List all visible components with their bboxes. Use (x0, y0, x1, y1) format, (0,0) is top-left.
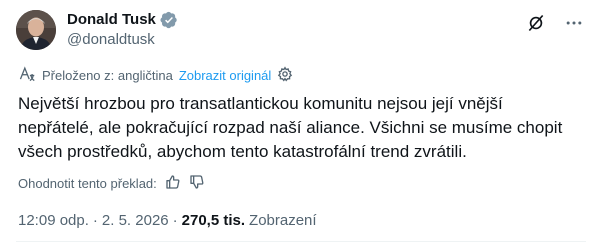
tweet-date[interactable]: 2. 5. 2026 (102, 211, 169, 231)
views-count: 270,5 tis. (181, 212, 246, 229)
author-handle[interactable]: @donaldtusk (67, 30, 155, 50)
top-actions (524, 12, 586, 34)
grok-icon[interactable] (524, 12, 548, 34)
verified-badge-icon[interactable] (160, 11, 178, 29)
gear-icon[interactable] (277, 66, 293, 86)
meta-separator: · (92, 212, 98, 229)
meta-separator: · (172, 212, 178, 229)
tweet-text: Největší hrozbou pro transatlantickou ko… (18, 94, 563, 161)
rate-translation: Ohodnotit tento překlad: (18, 174, 205, 194)
thumbs-up-icon[interactable] (165, 174, 181, 194)
views-label: Zobrazení (249, 212, 317, 229)
show-original-link[interactable]: Zobrazit originál (179, 68, 272, 84)
translation-bar: Přeloženo z: angličtina Zobrazit originá… (18, 66, 293, 86)
tweet-meta: 12:09 odp. · 2. 5. 2026 · 270,5 tis. Zob… (18, 211, 317, 231)
translation-notice: Přeloženo z: angličtina (42, 68, 173, 83)
avatar[interactable] (16, 10, 56, 50)
rate-label: Ohodnotit tento překlad: (18, 176, 157, 191)
thumbs-down-icon[interactable] (189, 174, 205, 194)
more-icon[interactable] (562, 12, 586, 34)
author-name-row: Donald Tusk (67, 10, 178, 30)
translate-icon (18, 66, 36, 86)
tweet-time[interactable]: 12:09 odp. (18, 211, 89, 231)
author-name[interactable]: Donald Tusk (67, 10, 156, 30)
